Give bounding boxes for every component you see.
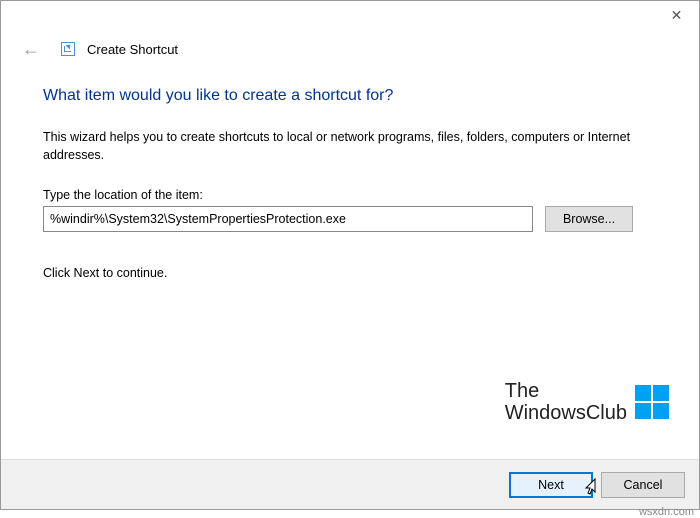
attribution-text: wsxdn.com bbox=[639, 506, 694, 518]
input-row: Browse... bbox=[43, 206, 657, 232]
window-title: Create Shortcut bbox=[87, 42, 178, 57]
titlebar: ✕ bbox=[1, 1, 699, 31]
continue-hint: Click Next to continue. bbox=[43, 266, 657, 280]
footer-buttons: Next Cancel bbox=[1, 459, 699, 509]
back-arrow-icon[interactable]: ← bbox=[19, 37, 43, 61]
location-input[interactable] bbox=[43, 206, 533, 232]
header-row: ← Create Shortcut bbox=[1, 31, 699, 75]
windows-logo-icon bbox=[635, 385, 669, 419]
watermark-text: The WindowsClub bbox=[505, 380, 627, 424]
location-label: Type the location of the item: bbox=[43, 188, 657, 202]
cancel-button[interactable]: Cancel bbox=[601, 472, 685, 498]
watermark-line2: WindowsClub bbox=[505, 402, 627, 424]
create-shortcut-wizard: ✕ ← Create Shortcut What item would you … bbox=[0, 0, 700, 510]
close-icon[interactable]: ✕ bbox=[654, 1, 699, 29]
watermark: The WindowsClub bbox=[505, 380, 669, 424]
watermark-line1: The bbox=[505, 380, 627, 402]
browse-button[interactable]: Browse... bbox=[545, 206, 633, 232]
next-button[interactable]: Next bbox=[509, 472, 593, 498]
wizard-description: This wizard helps you to create shortcut… bbox=[43, 129, 643, 164]
shortcut-icon bbox=[61, 42, 75, 56]
page-heading: What item would you like to create a sho… bbox=[43, 87, 657, 105]
content-area: What item would you like to create a sho… bbox=[1, 87, 699, 280]
